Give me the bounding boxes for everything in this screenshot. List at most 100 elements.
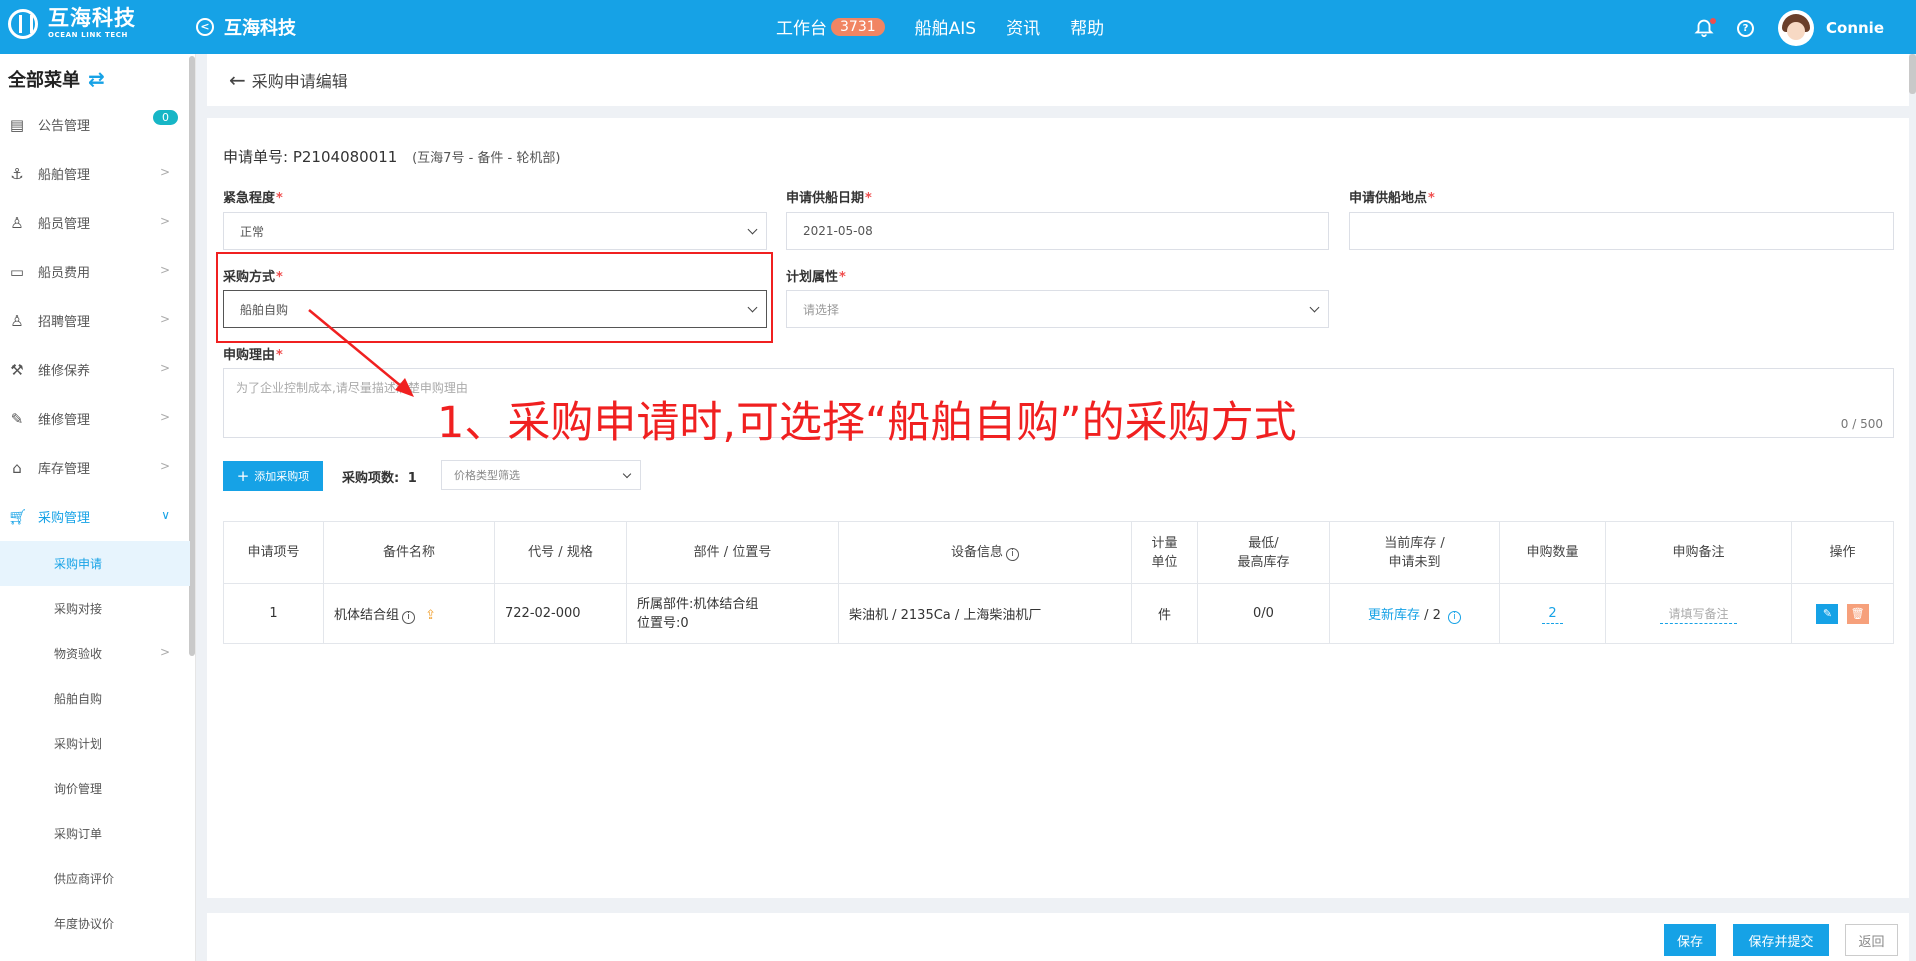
chevron-right-icon: >	[159, 361, 170, 375]
char-counter: 0 / 500	[1840, 417, 1883, 431]
supply-date-input[interactable]: 2021-05-08	[786, 212, 1329, 250]
plus-icon: +	[236, 467, 250, 485]
sidebar-item-purchasing[interactable]: 🛒︎ 采购管理 ∨	[0, 492, 190, 541]
info-icon[interactable]: i	[1006, 548, 1019, 561]
component-name: 所属部件:机体结合组	[637, 596, 759, 612]
cell-unit: 件	[1131, 583, 1198, 644]
footer-bar: 保存 保存并提交 返回	[207, 913, 1909, 961]
cell-current-stock: 更新库存 / 2 i	[1329, 583, 1500, 644]
cell-part-name: 机体结合组 i ⇪	[323, 583, 495, 644]
th-part-name: 备件名称	[323, 521, 495, 584]
reason-label: 申购理由*	[223, 348, 283, 363]
supply-place-label: 申请供船地点*	[1349, 191, 1435, 206]
info-icon[interactable]: i	[1448, 610, 1462, 624]
chevron-right-icon: >	[159, 312, 170, 326]
book-icon: ▤	[9, 115, 25, 134]
return-button[interactable]: 返回	[1845, 924, 1898, 956]
supply-date-label: 申请供船日期*	[786, 191, 872, 206]
sidebar-item-inventory[interactable]: ⌂ 库存管理 >	[0, 443, 190, 492]
nav-workbench[interactable]: 工作台 3731	[776, 14, 885, 39]
chevron-right-icon: >	[159, 263, 170, 277]
count-badge: 0	[153, 110, 178, 125]
plan-attr-select[interactable]: 请选择	[786, 290, 1329, 328]
sidebar-sub-inquiry[interactable]: 询价管理	[0, 766, 190, 811]
save-submit-button[interactable]: 保存并提交	[1733, 924, 1829, 956]
info-icon[interactable]: i	[402, 610, 416, 624]
notification-dot	[1710, 18, 1716, 24]
sidebar-item-crew-costs[interactable]: ▭ 船员费用 >	[0, 247, 190, 296]
sidebar-item-label: 公告管理	[38, 119, 91, 134]
price-type-filter[interactable]: 价格类型筛选	[441, 460, 641, 490]
brand-name-cn: 互海科技	[48, 6, 136, 30]
cell-min-max: 0/0	[1197, 583, 1330, 644]
user-icon: ♙	[10, 213, 24, 232]
sidebar-item-crew[interactable]: ♙ 船员管理 >	[0, 198, 190, 247]
add-item-button[interactable]: + 添加采购项	[223, 461, 323, 491]
top-bar: 互海科技 OCEAN LINK TECH < 互海科技 工作台 3731 船舶A…	[0, 0, 1916, 54]
menu-title-label: 全部菜单	[8, 70, 80, 91]
supply-place-input[interactable]	[1349, 212, 1894, 250]
nav-news[interactable]: 资讯	[1006, 14, 1040, 39]
nav-ais[interactable]: 船舶AIS	[915, 14, 976, 39]
order-label: 申请单号:	[223, 148, 289, 166]
sidebar-sub-supplier-rating[interactable]: 供应商评价	[0, 856, 190, 901]
edit-icon[interactable]: ✎	[1816, 603, 1839, 624]
username[interactable]: Connie	[1826, 19, 1884, 37]
order-number-line: 申请单号: P2104080011 (互海7号 - 备件 - 轮机部)	[223, 146, 560, 167]
th-min-max-stock: 最低/最高库存	[1197, 521, 1330, 584]
sidebar-sub-purchase-orders[interactable]: 采购订单	[0, 811, 190, 856]
remark-input[interactable]: 请填写备注	[1660, 607, 1737, 624]
th-current-stock: 当前库存 / 申请未到	[1329, 521, 1500, 584]
sidebar-sub-annual-price[interactable]: 年度协议价	[0, 901, 190, 946]
sidebar-item-announcements[interactable]: ▤ 公告管理 0	[0, 100, 190, 149]
sidebar-item-label: 船舶管理	[38, 168, 91, 183]
chevron-right-icon: >	[159, 214, 170, 228]
notification-bell-icon[interactable]	[1693, 16, 1717, 40]
chevron-right-icon: >	[159, 645, 170, 659]
nav-help[interactable]: 帮助	[1070, 14, 1104, 39]
sidebar-sub-purchase-request[interactable]: 采购申请	[0, 541, 190, 586]
page-scrollbar[interactable]	[1909, 54, 1916, 94]
sidebar-item-repairs[interactable]: ✎ 维修管理 >	[0, 394, 190, 443]
menu-title: 全部菜单 ⇄	[8, 66, 105, 92]
top-nav: 工作台 3731 船舶AIS 资讯 帮助	[776, 14, 1134, 39]
th-item-no: 申请项号	[223, 521, 324, 584]
purchase-items-table: 申请项号 备件名称 代号 / 规格 部件 / 位置号 设备信息 i 计量 单位 最低…	[223, 521, 1894, 644]
brand-logo[interactable]: 互海科技 OCEAN LINK TECH	[8, 8, 136, 39]
workbench-count-badge: 3731	[831, 17, 885, 36]
home-icon: ⌂	[12, 458, 22, 477]
save-button[interactable]: 保存	[1664, 924, 1716, 956]
help-icon[interactable]: ?	[1737, 19, 1754, 37]
sidebar-item-label: 维修保养	[38, 364, 91, 379]
sidebar-item-maintenance[interactable]: ⚒ 维修保养 >	[0, 345, 190, 394]
urgency-select[interactable]: 正常	[223, 212, 767, 250]
sidebar-item-label: 采购管理	[38, 511, 91, 526]
update-stock-link[interactable]: 更新库存	[1368, 608, 1420, 623]
chevron-right-icon: >	[159, 410, 170, 424]
sidebar-sub-ship-self-purchase[interactable]: 船舶自购	[0, 676, 190, 721]
swap-icon[interactable]: ⇄	[88, 67, 105, 91]
sidebar-sub-goods-receipt[interactable]: 物资验收 >	[0, 631, 190, 676]
attachment-icon[interactable]: ⇪	[425, 608, 436, 623]
sidebar-sub-purchase-plan[interactable]: 采购计划	[0, 721, 190, 766]
cell-component: 所属部件:机体结合组 位置号:0	[626, 583, 839, 644]
cell-code: 722-02-000	[494, 583, 627, 644]
sidebar-menu: ▤ 公告管理 0 ⚓ 船舶管理 > ♙ 船员管理 > ▭ 船员费用 > ♙ 招聘…	[0, 100, 190, 946]
annotation-text: 1、采购申请时,可选择“船舶自购”的采购方式	[437, 398, 1297, 448]
back-circle-icon: <	[196, 18, 214, 36]
top-right-tools: ? Connie	[1693, 10, 1884, 46]
order-info: (互海7号 - 备件 - 轮机部)	[412, 151, 561, 166]
sidebar-item-ships[interactable]: ⚓ 船舶管理 >	[0, 149, 190, 198]
back-arrow-icon[interactable]: ←	[229, 68, 246, 92]
th-unit: 计量 单位	[1131, 521, 1198, 584]
purchase-method-select[interactable]: 船舶自购	[223, 290, 767, 328]
th-quantity: 申购数量	[1499, 521, 1606, 584]
delete-icon[interactable]: 🗑︎	[1846, 603, 1869, 624]
sidebar-sub-purchase-docking[interactable]: 采购对接	[0, 586, 190, 631]
sidebar-item-recruitment[interactable]: ♙ 招聘管理 >	[0, 296, 190, 345]
quantity-input[interactable]: 2	[1542, 606, 1563, 624]
avatar[interactable]	[1778, 10, 1814, 46]
app-switcher[interactable]: < 互海科技	[196, 14, 296, 40]
brand-name-en: OCEAN LINK TECH	[48, 31, 128, 39]
chevron-down-icon: ∨	[161, 508, 170, 522]
